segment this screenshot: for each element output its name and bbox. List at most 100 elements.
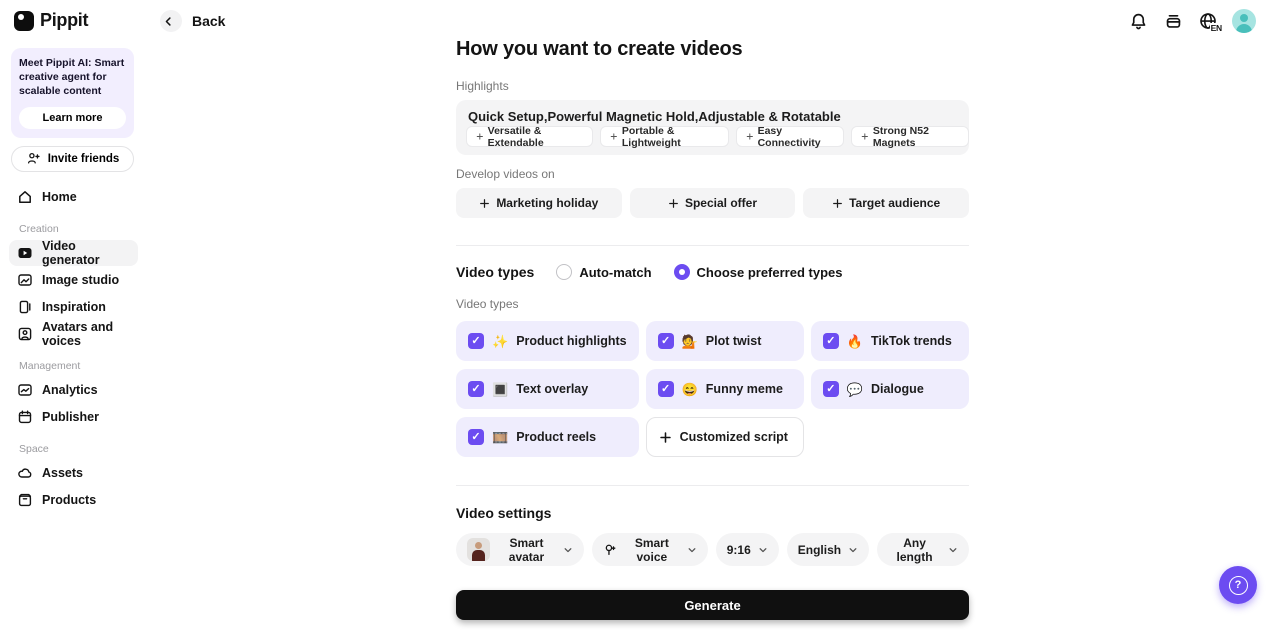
help-button[interactable]: ?	[1219, 566, 1257, 604]
customized-script-button[interactable]: Customized script	[645, 417, 804, 457]
type-card-label: Dialogue	[870, 382, 924, 396]
type-card-label: Customized script	[679, 430, 788, 444]
suggestion-tag-label: Strong N52 Magnets	[872, 124, 929, 149]
plus-icon	[480, 198, 490, 208]
avatars-icon	[17, 326, 33, 342]
sidebar-item-video-generator[interactable]: Video generator	[9, 239, 138, 267]
cloud-icon	[17, 465, 33, 481]
checkbox-checked[interactable]	[468, 381, 484, 397]
highlights-value[interactable]: Quick Setup,Powerful Magnetic Hold,Adjus…	[468, 109, 957, 124]
globe-icon[interactable]: EN	[1197, 10, 1223, 33]
radio-label: Auto-match	[579, 264, 652, 280]
person-icon: 💁	[681, 333, 698, 349]
question-mark-icon: ?	[1228, 575, 1248, 595]
avatar-select[interactable]: Smart avatar	[456, 533, 584, 566]
suggestion-tag-label: Portable & Lightweight	[621, 124, 681, 149]
type-card-label: Funny meme	[705, 382, 783, 396]
invite-friends-button[interactable]: Invite friends	[11, 145, 134, 172]
sidebar-item-image-studio[interactable]: Image studio	[9, 267, 138, 293]
plus-icon	[610, 133, 618, 140]
voice-icon	[603, 542, 617, 558]
add-special-offer-button[interactable]: Special offer	[629, 188, 796, 218]
type-card-tiktok-trends[interactable]: 🔥 TikTok trends	[810, 321, 969, 361]
language-select-value: English	[797, 542, 842, 557]
plus-icon	[476, 133, 483, 140]
chevron-down-icon	[848, 545, 858, 555]
section-label-space: Space	[19, 442, 49, 455]
sidebar-item-assets[interactable]: Assets	[9, 460, 138, 486]
sidebar-item-avatars-and-voices[interactable]: Avatars and voices	[9, 319, 138, 348]
back-button[interactable]	[160, 10, 182, 32]
type-card-label: Plot twist	[705, 334, 762, 348]
length-select[interactable]: Any length	[877, 533, 969, 566]
publisher-icon	[17, 409, 33, 425]
language-select[interactable]: English	[786, 533, 870, 566]
highlights-input[interactable]: Quick Setup,Powerful Magnetic Hold,Adjus…	[456, 100, 970, 155]
checkbox-checked[interactable]	[468, 429, 484, 445]
checkbox-checked[interactable]	[657, 381, 674, 397]
checkbox-checked[interactable]	[822, 333, 839, 349]
checkbox-checked[interactable]	[822, 381, 839, 397]
type-card-label: TikTok trends	[870, 334, 952, 348]
voice-select-value: Smart voice	[634, 535, 669, 564]
video-type-grid: ✨ Product highlights 💁 Plot twist 🔥 TikT…	[456, 321, 969, 457]
main-panel: How you want to create videos Highlights…	[456, 0, 970, 630]
divider	[456, 245, 969, 246]
learn-more-button[interactable]: Learn more	[19, 106, 126, 129]
person-plus-icon	[26, 151, 42, 167]
sidebar-item-label: Publisher	[42, 409, 99, 424]
film-icon: 🎞️	[492, 429, 509, 445]
suggestion-tag[interactable]: Versatile & Extendable	[466, 125, 594, 149]
suggestion-tag[interactable]: Portable & Lightweight	[600, 124, 729, 149]
type-card-funny-meme[interactable]: 😄 Funny meme	[645, 369, 804, 409]
sidebar-item-label: Inspiration	[42, 299, 106, 314]
aspect-ratio-select[interactable]: 9:16	[715, 533, 779, 566]
checkbox-checked[interactable]	[657, 333, 674, 349]
back-label: Back	[192, 13, 226, 29]
sidebar-item-home[interactable]: Home	[9, 184, 138, 210]
checkbox-checked[interactable]	[468, 333, 484, 349]
type-card-product-highlights[interactable]: ✨ Product highlights	[456, 321, 639, 361]
type-card-plot-twist[interactable]: 💁 Plot twist	[645, 321, 804, 361]
type-card-label: Product highlights	[516, 334, 627, 348]
bell-icon[interactable]	[1127, 10, 1149, 32]
wallet-icon[interactable]	[1162, 10, 1184, 32]
box-icon	[17, 492, 33, 508]
radio-label: Choose preferred types	[696, 264, 843, 280]
user-avatar[interactable]	[1232, 9, 1256, 33]
type-card-dialogue[interactable]: 💬 Dialogue	[810, 369, 969, 409]
avatar-thumbnail	[467, 538, 490, 561]
generate-button[interactable]: Generate	[456, 590, 969, 620]
sidebar-item-publisher[interactable]: Publisher	[9, 404, 138, 430]
sidebar-item-label: Assets	[42, 465, 83, 480]
radio-icon[interactable]	[556, 264, 573, 280]
sidebar-item-label: Avatars and voices	[42, 319, 114, 348]
sidebar-item-inspiration[interactable]: Inspiration	[9, 294, 138, 320]
develop-options: Marketing holiday Special offer Target a…	[456, 188, 969, 218]
video-settings-label: Video settings	[456, 505, 552, 521]
sidebar-item-products[interactable]: Products	[9, 487, 138, 513]
radio-icon-selected[interactable]	[673, 264, 690, 280]
home-icon	[17, 189, 33, 205]
chevron-down-icon	[758, 545, 768, 555]
brand-name: Pippit	[40, 10, 89, 30]
type-card-text-overlay[interactable]: 🔳 Text overlay	[456, 369, 639, 409]
pippit-logo-icon	[14, 10, 34, 31]
voice-select[interactable]: Smart voice	[591, 533, 708, 566]
highlight-suggestions: Versatile & Extendable Portable & Lightw…	[466, 124, 970, 149]
develop-option-label: Target audience	[849, 196, 941, 210]
highlights-label: Highlights	[456, 79, 509, 93]
chevron-left-icon	[163, 13, 179, 29]
video-generator-icon	[17, 245, 33, 261]
radio-auto-match[interactable]: Auto-match	[556, 264, 652, 280]
add-target-audience-button[interactable]: Target audience	[803, 188, 969, 218]
suggestion-tag[interactable]: Easy Connectivity	[735, 125, 845, 149]
radio-choose-preferred-types[interactable]: Choose preferred types	[673, 264, 843, 280]
sidebar-item-label: Image studio	[42, 272, 120, 287]
inspiration-icon	[17, 299, 33, 315]
promo-text: Meet Pippit AI: Smart creative agent for…	[19, 57, 125, 98]
sidebar-item-analytics[interactable]: Analytics	[9, 377, 138, 403]
add-marketing-holiday-button[interactable]: Marketing holiday	[456, 188, 622, 218]
suggestion-tag[interactable]: Strong N52 Magnets	[851, 124, 970, 149]
type-card-product-reels[interactable]: 🎞️ Product reels	[456, 417, 639, 457]
